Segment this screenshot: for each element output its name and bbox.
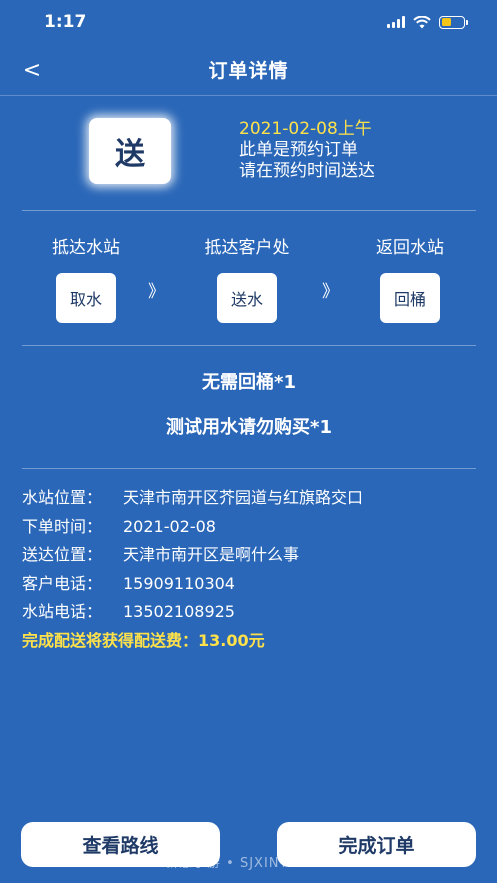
signal-icon (387, 16, 405, 28)
nav-bar: < 订单详情 (0, 44, 497, 96)
step-arrive-customer: 抵达客户处 送水 (187, 233, 307, 323)
detail-label: 送达位置： (22, 545, 103, 564)
order-note-2: 请在预约时间送达 (239, 161, 375, 181)
status-icons (387, 15, 468, 29)
delivery-steps: 抵达水站 取水 》 抵达客户处 送水 》 返回水站 回桶 (22, 211, 476, 346)
battery-icon (439, 15, 468, 29)
detail-order-time: 下单时间： 2021-02-08 (22, 513, 476, 542)
step-label: 抵达客户处 (204, 238, 290, 258)
return-bucket-button[interactable]: 回桶 (380, 273, 440, 323)
detail-label: 水站位置： (22, 488, 103, 507)
detail-value: 天津市南开区芥园道与红旗路交口 (123, 488, 364, 507)
step-return-station: 返回水站 回桶 (350, 233, 470, 323)
detail-label: 客户电话： (22, 573, 103, 593)
detail-value[interactable]: 13502108925 (123, 598, 235, 627)
order-note-1: 此单是预约订单 (239, 140, 358, 160)
deliver-water-button[interactable]: 送水 (217, 273, 277, 323)
order-item: 测试用水请勿购买*1 (166, 417, 332, 438)
detail-value: 2021-02-08 (123, 516, 216, 536)
order-date: 2021-02-08上午 (239, 119, 372, 139)
step-label: 返回水站 (376, 238, 444, 258)
page-title: 订单详情 (208, 60, 289, 82)
fee-value: 13.00元 (198, 630, 265, 650)
order-header: 送 2021-02-08上午 此单是预约订单 请在预约时间送达 (22, 96, 476, 211)
fee-label: 完成配送将获得配送费： (22, 630, 199, 650)
order-details: 水站位置： 天津市南开区芥园道与红旗路交口 下单时间： 2021-02-08 送… (22, 484, 476, 655)
order-info: 2021-02-08上午 此单是预约订单 请在预约时间送达 (239, 119, 375, 182)
pickup-water-button[interactable]: 取水 (56, 273, 116, 323)
wifi-icon (413, 15, 431, 28)
step-arrive-station: 抵达水站 取水 (26, 233, 146, 323)
status-bar: 1:17 (0, 0, 497, 44)
step-arrow-icon: 》 (148, 282, 165, 302)
detail-value: 天津市南开区是啊什么事 (123, 545, 300, 564)
detail-value[interactable]: 15909110304 (123, 570, 235, 599)
order-items: 无需回桶*1 测试用水请勿购买*1 (22, 346, 476, 469)
back-button[interactable]: < (18, 56, 46, 84)
step-label: 抵达水站 (52, 238, 120, 258)
detail-station-phone: 水站电话： 13502108925 (22, 598, 476, 627)
detail-station-location: 水站位置： 天津市南开区芥园道与红旗路交口 (22, 484, 476, 513)
detail-customer-phone: 客户电话： 15909110304 (22, 570, 476, 599)
watermark: 新意手游 • SJXINYI.COM (165, 856, 332, 871)
step-arrow-icon: 》 (322, 282, 339, 302)
delivery-badge: 送 (89, 118, 171, 184)
status-time: 1:17 (44, 12, 87, 32)
detail-label: 水站电话： (22, 602, 103, 621)
detail-label: 下单时间： (22, 516, 103, 536)
order-item: 无需回桶*1 (202, 372, 296, 393)
detail-delivery-location: 送达位置： 天津市南开区是啊什么事 (22, 541, 476, 570)
delivery-fee: 完成配送将获得配送费： 13.00元 (22, 627, 476, 656)
